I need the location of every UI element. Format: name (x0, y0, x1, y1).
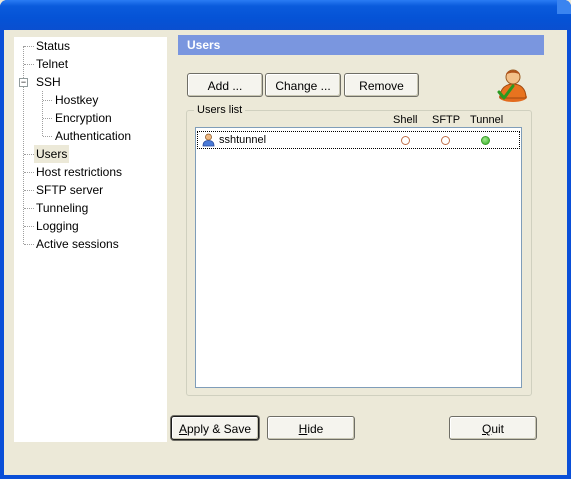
hide-button[interactable]: Hide (267, 416, 355, 440)
tree-item-authentication[interactable]: Authentication (53, 127, 133, 145)
users-listbox[interactable]: sshtunnel (195, 127, 522, 388)
tree-item-ssh[interactable]: SSH (34, 73, 63, 91)
tree-line-ssh (42, 91, 43, 136)
tree-item-logging[interactable]: Logging (34, 217, 81, 235)
panel-title: Users (178, 35, 544, 55)
sftp-disabled-indicator[interactable] (441, 136, 450, 145)
user-name: sshtunnel (219, 134, 267, 146)
column-header-tunnel: Tunnel (470, 114, 504, 126)
user-icon (202, 133, 215, 147)
tree-item-users[interactable]: Users (34, 145, 70, 163)
column-header-shell: Shell (393, 114, 418, 126)
title-bar-corner (557, 0, 571, 14)
tree-item-status[interactable]: Status (34, 37, 72, 55)
tree-item-encryption[interactable]: Encryption (53, 109, 114, 127)
column-header-sftp: SFTP (432, 114, 461, 126)
settings-tree: − Status Telnet SSH Hostkey Encryption A… (14, 37, 167, 442)
tree-item-active-sessions[interactable]: Active sessions (34, 235, 121, 253)
tree-item-host-restrictions[interactable]: Host restrictions (34, 163, 124, 181)
user-check-icon (497, 69, 527, 102)
list-item[interactable]: sshtunnel (197, 131, 520, 149)
apply-save-mnemonic: A (178, 422, 187, 436)
tree-item-telnet[interactable]: Telnet (34, 55, 70, 73)
quit-button[interactable]: Quit (449, 416, 537, 440)
apply-save-button[interactable]: Apply & Save (171, 416, 259, 440)
hide-label: ide (307, 422, 324, 436)
add-user-button[interactable]: Add ... (187, 73, 263, 97)
tree-item-hostkey[interactable]: Hostkey (53, 91, 100, 109)
tree-line (23, 46, 24, 244)
change-user-button[interactable]: Change ... (265, 73, 341, 97)
remove-user-button[interactable]: Remove (344, 73, 419, 97)
users-list-label: Users list (194, 103, 246, 117)
title-bar[interactable] (0, 0, 571, 30)
apply-save-label: pply & Save (186, 422, 252, 436)
tree-item-tunneling[interactable]: Tunneling (34, 199, 90, 217)
quit-mnemonic: Q (481, 422, 492, 436)
tree-item-sftp-server[interactable]: SFTP server (34, 181, 105, 199)
ssh-collapse-icon[interactable]: − (19, 78, 28, 87)
tunnel-enabled-indicator[interactable] (481, 136, 490, 145)
shell-disabled-indicator[interactable] (401, 136, 410, 145)
quit-label: uit (491, 422, 505, 436)
